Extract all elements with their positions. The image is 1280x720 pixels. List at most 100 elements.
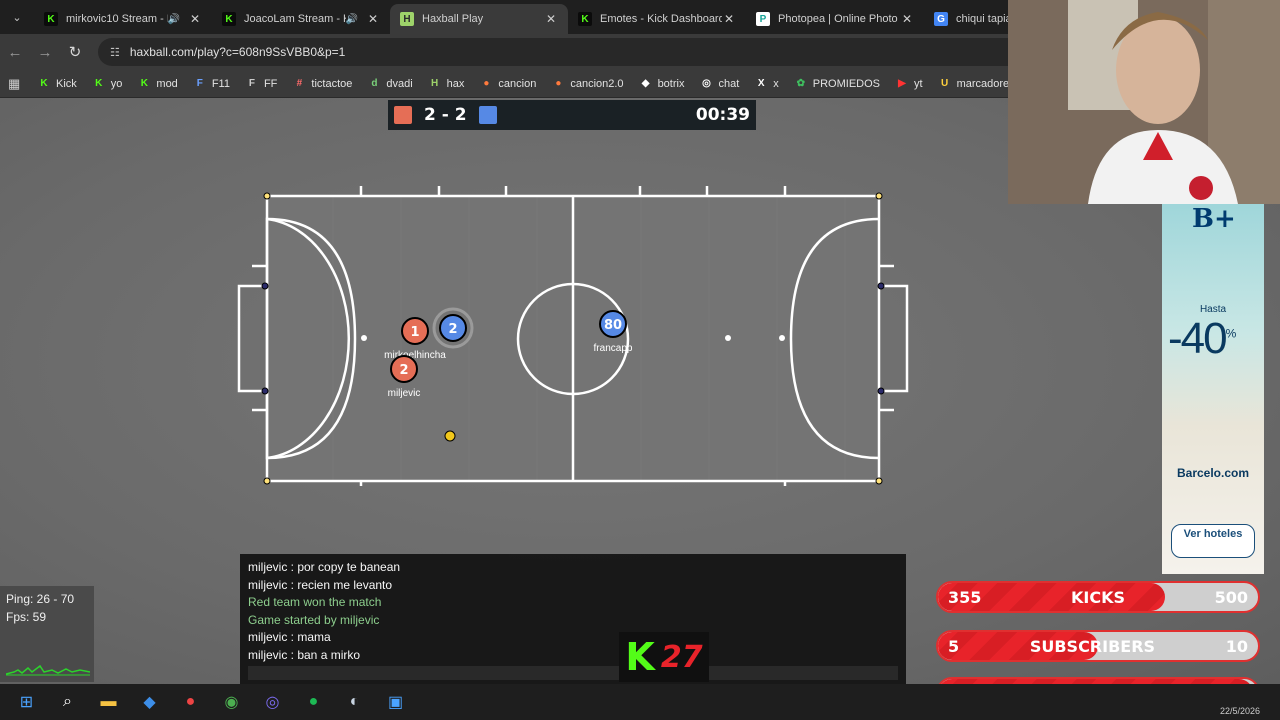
goal-subscribers: 5 SUBSCRIBERS 10 [936,630,1260,662]
tab-close-icon[interactable]: ✕ [544,12,558,26]
bookmark-tictactoe[interactable]: # tictactoe [293,78,353,90]
goal-target: 500 [1214,587,1248,607]
bookmark-promiedos[interactable]: ✿ PROMIEDOS [795,78,880,90]
bookmark-marcadores[interactable]: Umarcadores [939,78,1015,90]
player-number: 2 [399,363,408,378]
promiedos-icon: ✿ [796,78,805,89]
speaker-icon[interactable]: 🔊 [346,14,358,25]
music-icon: ● [555,78,562,89]
discord-icon[interactable]: ◎ [252,684,293,720]
kick-logo-k: K [625,635,655,679]
search-icon[interactable]: ⌕ [47,684,88,720]
bookmark-label: cancion [498,77,537,90]
bookmark-yt[interactable]: ▶ yt [896,77,923,90]
chat-input[interactable] [248,666,898,680]
bookmark-label: Kick [56,77,77,90]
game-chat: miljevic : por copy te banean miljevic : … [240,554,906,684]
tab-2[interactable]: H Haxball Play ✕ [390,4,568,34]
address-bar[interactable]: ☷ haxball.com/play?c=608n9SsVBB0&p=1 [98,38,1098,66]
bookmark-ff[interactable]: F FF [246,78,278,90]
url-text[interactable]: haxball.com/play?c=608n9SsVBB0&p=1 [130,45,345,59]
chat-message: Red team won the match [248,595,382,610]
player-number: 2 [448,322,457,337]
fps-graph [6,664,90,676]
google-icon: G [934,12,948,26]
goal-kicks: 355 KICKS 500 [936,581,1260,613]
goal-label: SUBSCRIBERS [1029,636,1156,656]
bookmark-cancion2-0[interactable]: ● cancion2.0 [552,78,623,90]
player-number: 80 [604,318,622,333]
tab-close-icon[interactable]: ✕ [900,12,914,26]
kick-icon: K [222,12,236,26]
youtube-icon: ▶ [898,78,906,89]
chrome-icon[interactable]: ◉ [211,684,252,720]
back-icon[interactable]: ← [0,44,30,61]
file-explorer-icon[interactable]: ▬ [88,684,129,720]
bookmark-chat[interactable]: ◎ chat [700,78,739,90]
bookmark-label: chat [718,77,740,90]
ad-brand: Barcelo.com [1176,466,1250,480]
bookmark-kick[interactable]: K Kick [38,77,77,90]
fps-text: Fps: 59 [6,610,47,624]
bookmark-yo[interactable]: Kyo [93,78,122,90]
bookmark-mod[interactable]: Kmod [138,78,178,90]
bookmark-label: x [773,77,779,90]
chat-message: miljevic : ban a mirko [248,647,361,662]
chatgpt-icon: ◎ [702,78,711,89]
player-name: mirkoelhincha [384,350,446,361]
tabs-list: Kmirkovic10 Stream - Ki 🔊 ✕ K JoacoLam Strea… [34,4,1102,34]
kick-logo-number: 27 [660,639,703,675]
bookmark-x[interactable]: Xx [755,78,779,90]
chat-log: miljevic : por copy te banean miljevic : … [248,559,898,665]
bookmark-cancion[interactable]: ● cancion [480,78,536,90]
player-name: francapp [594,343,633,354]
goal-current: 5 [948,636,960,656]
webcam-person-image [1008,0,1280,204]
reload-icon[interactable]: ↻ [60,43,90,61]
barcelo-advertisement[interactable]: B+ Hasta -40% Barcelo.com Ver hoteles [1162,204,1264,574]
tab-4[interactable]: P Photopea | Online Photo E ✕ [746,4,924,34]
player-blue-2: 2 [432,307,474,349]
tab-0[interactable]: Kmirkovic10 Stream - Ki 🔊 ✕ [34,4,212,34]
tab-search-icon[interactable]: ⌄ [0,0,34,34]
tab-close-icon[interactable]: ✕ [722,12,736,26]
windows-start-icon[interactable]: ⊞ [6,684,47,720]
tab-title: Photopea | Online Photo E [778,13,900,25]
tab-close-icon[interactable]: ✕ [188,12,202,26]
apps-grid-icon[interactable]: ▦ [8,76,28,92]
score-text: 2 - 2 [424,105,467,125]
photopea-icon: P [756,12,770,26]
tab-close-icon[interactable]: ✕ [366,12,380,26]
kick-27-logo: K 27 [619,632,709,682]
bookmark-hax[interactable]: Hhax [429,78,464,90]
spotify-icon[interactable]: ● [293,684,334,720]
obs-icon[interactable]: ● [170,684,211,720]
bookmark-icon: U [940,78,949,89]
kick-icon: K [140,78,149,89]
bookmark-label: dvadi [386,77,413,90]
bookmarks-list: K Kick Kyo Kmod F F11 F FF # tictactoe d dvadi Hhax ●… [38,78,1088,90]
forward-icon[interactable]: → [30,44,60,61]
music-icon: ● [483,78,490,89]
steam-icon[interactable]: ◐ [334,684,375,720]
bookmark-f11[interactable]: F F11 [194,78,230,90]
dvadi-icon: d [371,78,378,89]
ad-cta-button[interactable]: Ver hoteles [1171,524,1255,558]
scoreboard: 2 - 2 00:39 [388,100,756,130]
bookmark-dvadi[interactable]: d dvadi [368,78,412,90]
bookmark-botrix[interactable]: ◆ botrix [640,78,685,90]
soccer-field: 1 mirkoelhincha 2 2 miljevic 80 francapp [237,186,909,486]
botrix-icon: ◆ [641,78,650,89]
ad-discount: -40% [1168,314,1237,364]
tab-1[interactable]: K JoacoLam Stream - Kic🔊 ✕ [212,4,390,34]
site-info-icon[interactable]: ☷ [110,46,120,59]
store-icon[interactable]: ▣ [375,684,416,720]
speaker-icon[interactable]: 🔊 [168,14,180,25]
kick-icon: K [578,12,592,26]
ad-percent: % [1225,326,1237,341]
bookmark-label: yt [914,77,923,90]
tab-3[interactable]: K Emotes - Kick Dashboard ✕ [568,4,746,34]
ad-discount-value: -40 [1168,314,1228,363]
outlook-icon[interactable]: ◆ [129,684,170,720]
kick-icon: K [44,12,58,26]
